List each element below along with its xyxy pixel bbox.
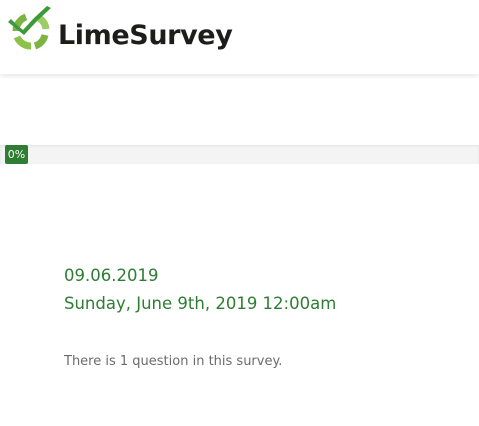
survey-date-short: 09.06.2019 — [64, 266, 159, 285]
brand-home-link[interactable]: LimeSurvey — [4, 2, 233, 62]
progress-label: 0% — [7, 148, 26, 161]
progress-bar-fill: 0% — [5, 145, 28, 164]
question-count-text: There is 1 question in this survey. — [64, 354, 283, 369]
brand-name: LimeSurvey — [58, 19, 233, 51]
site-header: LimeSurvey — [0, 0, 479, 74]
limesurvey-logo-icon — [8, 6, 51, 50]
survey-progress: 0% — [0, 145, 479, 164]
survey-welcome: 09.06.2019 Sunday, June 9th, 2019 12:00a… — [64, 262, 464, 318]
survey-date-long: Sunday, June 9th, 2019 12:00am — [64, 294, 337, 313]
